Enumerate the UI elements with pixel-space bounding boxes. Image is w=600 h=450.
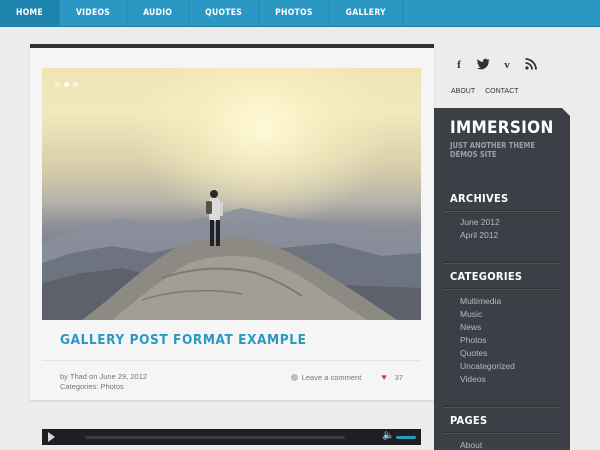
categories-divider (444, 288, 560, 290)
by-label: by (60, 372, 68, 381)
twitter-icon[interactable] (476, 58, 490, 72)
nav-item-quotes[interactable]: QUOTES (189, 0, 260, 27)
archives-heading: ARCHIVES (450, 192, 509, 205)
nav-item-videos[interactable]: VIDEOS (60, 0, 128, 27)
top-navigation: HOME VIDEOS AUDIO QUOTES PHOTOS GALLERY (0, 0, 600, 27)
nav-item-home[interactable]: HOME (0, 0, 60, 27)
vimeo-icon[interactable]: v (500, 58, 514, 72)
gallery-image[interactable] (42, 68, 421, 320)
contact-link[interactable]: CONTACT (485, 88, 518, 95)
post-title[interactable]: GALLERY POST FORMAT EXAMPLE (60, 332, 306, 348)
date-link[interactable]: June 29, 2012 (100, 372, 148, 381)
author-link[interactable]: Thad (70, 372, 87, 381)
category-link[interactable]: Music (460, 308, 515, 321)
slider-dot-3[interactable] (73, 82, 78, 87)
slider-dots (55, 82, 78, 87)
archive-link[interactable]: June 2012 (460, 216, 500, 229)
volume-slider[interactable] (396, 436, 416, 439)
post-actions: Leave a comment ♥ 37 (290, 372, 403, 382)
archives-list: June 2012 April 2012 (460, 216, 500, 242)
category-link[interactable]: Photos (460, 334, 515, 347)
pages-list: About (460, 439, 482, 450)
mountain-scene (42, 190, 421, 320)
slider-dot-2[interactable] (64, 82, 69, 87)
pages-heading: PAGES (450, 414, 488, 427)
sidebar: IMMERSION JUST ANOTHER THEME DEMOS SITE … (434, 108, 570, 450)
heart-icon[interactable]: ♥ (381, 372, 386, 382)
archives-divider (444, 210, 560, 212)
page-link[interactable]: About (460, 439, 482, 450)
comment-icon (290, 373, 298, 381)
like-count: 37 (394, 372, 403, 382)
nav-item-audio[interactable]: AUDIO (127, 0, 190, 27)
about-link[interactable]: ABOUT (451, 88, 475, 95)
category-link[interactable]: Videos (460, 373, 515, 386)
post-byline: by Thad on June 29, 2012 Categories: Pho… (60, 372, 147, 392)
categories-list: Multimedia Music News Photos Quotes Unca… (460, 295, 515, 386)
category-link[interactable]: Photos (100, 382, 123, 391)
facebook-icon[interactable]: f (452, 58, 466, 72)
nav-item-gallery[interactable]: GALLERY (330, 0, 403, 27)
archive-link[interactable]: April 2012 (460, 229, 500, 242)
pages-divider-top (444, 406, 560, 408)
leave-comment-link[interactable]: Leave a comment (302, 373, 362, 382)
nav-item-photos[interactable]: PHOTOS (259, 0, 330, 27)
categories-heading: CATEGORIES (450, 270, 523, 283)
social-icons: f v (452, 58, 538, 72)
sidebar-corner-fold (562, 108, 570, 116)
volume-icon[interactable]: 🔈 (382, 430, 394, 441)
pages-divider (444, 432, 560, 434)
header-links: ABOUT CONTACT (451, 88, 518, 95)
category-link[interactable]: Uncategorized (460, 360, 515, 373)
category-link[interactable]: News (460, 321, 515, 334)
post-meta: by Thad on June 29, 2012 Categories: Pho… (42, 360, 421, 396)
audio-player: 🔈 (42, 429, 421, 445)
play-icon[interactable] (48, 432, 55, 442)
site-title[interactable]: IMMERSION (450, 118, 554, 138)
category-link[interactable]: Multimedia (460, 295, 515, 308)
category-link[interactable]: Quotes (460, 347, 515, 360)
categories-divider-top (444, 262, 560, 264)
slider-dot-1[interactable] (55, 82, 60, 87)
rss-icon[interactable] (524, 58, 538, 72)
site-tagline: JUST ANOTHER THEME DEMOS SITE (450, 141, 535, 159)
categories-label: Categories: (60, 382, 99, 391)
audio-progress-bar[interactable] (85, 436, 345, 439)
on-label: on (89, 372, 98, 381)
post-card: GALLERY POST FORMAT EXAMPLE by Thad on J… (30, 44, 434, 400)
